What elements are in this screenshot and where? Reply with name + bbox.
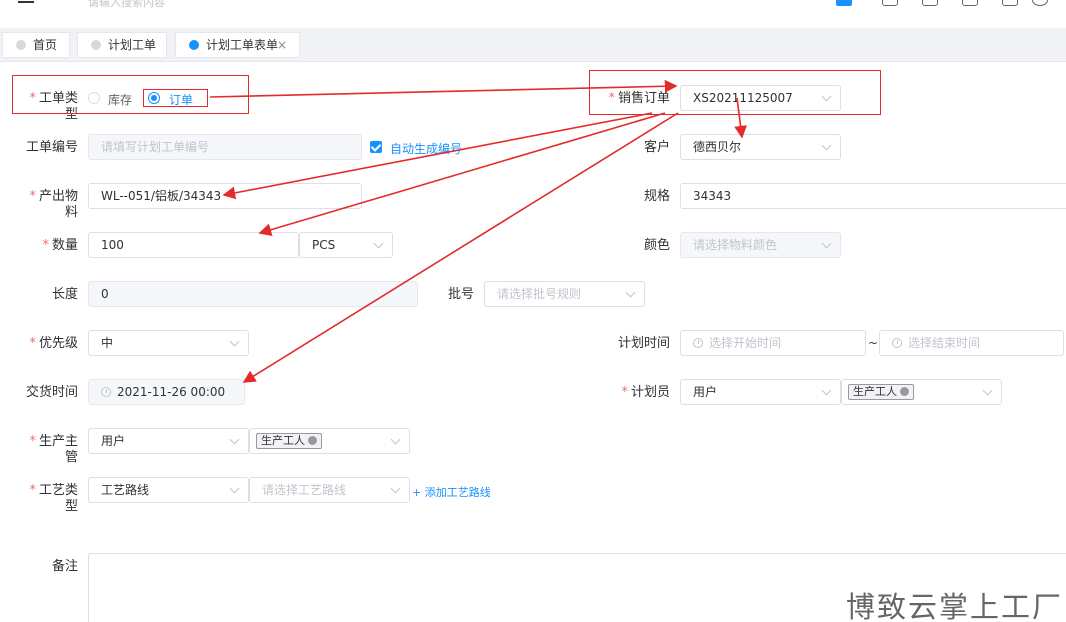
top-bar: 请输入搜索内容 <box>0 0 1066 28</box>
process-type-label: * 工艺类型 <box>29 483 78 514</box>
tab-home[interactable]: 首页 <box>2 32 70 58</box>
lock-icon[interactable] <box>1002 0 1018 6</box>
tab-dot-icon <box>16 40 26 50</box>
order-no-input: 请填写计划工单编号 <box>88 134 362 160</box>
material-label: * 产出物料 <box>29 189 78 220</box>
chevron-down-icon <box>821 238 832 249</box>
batch-select[interactable]: 请选择批号规则 <box>484 281 645 307</box>
tab-dot-icon <box>91 40 101 50</box>
clock-icon <box>892 338 902 348</box>
quantity-input[interactable]: 100 <box>88 232 299 258</box>
plan-time-separator: ~ <box>868 336 879 350</box>
planner-type-select[interactable]: 用户 <box>680 379 841 405</box>
process-type-select[interactable]: 工艺路线 <box>88 477 249 503</box>
plan-end-input[interactable]: 选择结束时间 <box>879 330 1064 356</box>
chevron-down-icon <box>821 385 832 396</box>
auto-generate-checkbox[interactable] <box>370 141 382 153</box>
unit-select[interactable]: PCS <box>299 232 393 258</box>
annotation-box-sales-order <box>589 70 881 115</box>
annotation-box-order-option <box>143 89 208 107</box>
chevron-down-icon <box>390 434 401 445</box>
tab-label: 计划工单表单 <box>206 38 279 52</box>
chevron-down-icon <box>982 385 993 396</box>
message-icon[interactable] <box>882 0 898 6</box>
tab-dot-icon <box>189 40 199 50</box>
arrow-to-quantity <box>258 112 666 236</box>
supervisor-type-select[interactable]: 用户 <box>88 428 249 454</box>
supervisor-label: * 生产主管 <box>29 434 78 465</box>
plan-start-input[interactable]: 选择开始时间 <box>680 330 866 356</box>
chevron-down-icon <box>625 287 636 298</box>
planner-tag: 生产工人 <box>848 384 914 400</box>
close-icon[interactable]: × <box>277 33 287 57</box>
chevron-down-icon <box>390 483 401 494</box>
delivery-time-label: 交货时间 <box>25 385 78 400</box>
app-icon[interactable] <box>836 0 852 6</box>
settings-icon[interactable] <box>1032 0 1048 6</box>
tag-close-icon[interactable] <box>308 436 317 445</box>
bell-icon[interactable] <box>962 0 978 6</box>
chevron-down-icon <box>373 238 384 249</box>
watermark: 博致云掌上工厂 <box>846 590 1064 622</box>
remark-label: 备注 <box>51 559 78 574</box>
auto-generate-label[interactable]: 自动生成编号 <box>390 140 462 157</box>
batch-label: 批号 <box>447 287 474 302</box>
tab-label: 计划工单 <box>108 38 157 52</box>
tab-plan-order-form[interactable]: 计划工单表单 × <box>175 32 300 58</box>
document-icon[interactable] <box>922 0 938 6</box>
tab-plan-orders[interactable]: 计划工单 <box>77 32 167 58</box>
planner-label: * 计划员 <box>621 385 670 400</box>
length-input: 0 <box>88 281 418 307</box>
customer-select[interactable]: 德西贝尔 <box>680 134 841 160</box>
color-select: 请选择物料颜色 <box>680 232 841 258</box>
chevron-down-icon <box>229 483 240 494</box>
planner-select[interactable]: 生产工人 <box>841 379 1002 405</box>
delivery-time-input: 2021-11-26 00:00 <box>88 379 245 405</box>
spec-label: 规格 <box>643 189 670 204</box>
chevron-down-icon <box>229 336 240 347</box>
process-route-select[interactable]: 请选择工艺路线 <box>249 477 410 503</box>
clock-icon <box>693 338 703 348</box>
tabs-bar: 首页 计划工单 计划工单表单 × <box>0 28 1066 62</box>
chevron-down-icon <box>821 140 832 151</box>
annotation-box-order-type <box>12 75 249 114</box>
clock-icon <box>101 387 111 397</box>
search-placeholder[interactable]: 请输入搜索内容 <box>88 0 165 10</box>
priority-label: * 优先级 <box>29 336 78 351</box>
tab-label: 首页 <box>33 38 58 52</box>
tag-close-icon[interactable] <box>900 387 909 396</box>
priority-select[interactable]: 中 <box>88 330 249 356</box>
length-label: 长度 <box>51 287 78 302</box>
quantity-label: * 数量 <box>42 238 78 253</box>
add-process-route-link[interactable]: + 添加工艺路线 <box>412 484 491 500</box>
customer-label: 客户 <box>643 140 670 155</box>
order-no-label: 工单编号 <box>25 140 78 155</box>
chevron-down-icon <box>229 434 240 445</box>
menu-toggle-icon[interactable] <box>18 0 34 6</box>
material-input[interactable]: WL--051/铝板/34343 <box>88 183 362 209</box>
supervisor-select[interactable]: 生产工人 <box>249 428 410 454</box>
plan-time-label: 计划时间 <box>617 336 670 351</box>
supervisor-tag: 生产工人 <box>256 433 322 449</box>
spec-input[interactable]: 34343 <box>680 183 1066 209</box>
color-label: 颜色 <box>643 238 670 253</box>
